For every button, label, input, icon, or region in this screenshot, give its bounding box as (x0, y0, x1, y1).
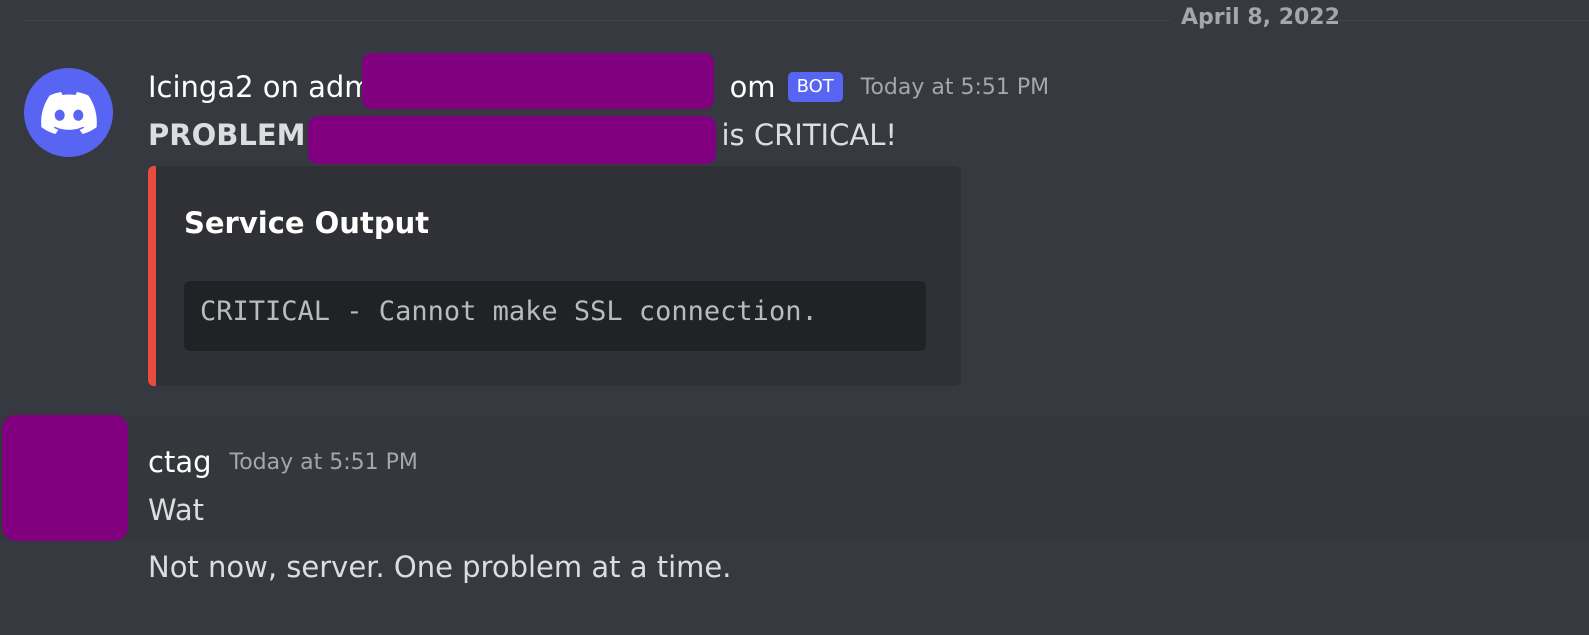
username-prefix: Icinga2 on adm (148, 70, 373, 104)
embed-code-block: CRITICAL - Cannot make SSL connection. (184, 281, 926, 351)
avatar[interactable] (24, 68, 113, 157)
divider-line-left (24, 20, 1170, 21)
redaction-block-content (308, 116, 716, 164)
date-divider: April 8, 2022 (24, 0, 1589, 40)
discord-logo-icon (40, 91, 97, 134)
message-text-followup[interactable]: Not now, server. One problem at a time. (148, 550, 731, 584)
chat-view: April 8, 2022 Icinga2 on adm om BOT Today… (0, 0, 1589, 635)
divider-line-right (1324, 20, 1589, 21)
username-suffix: om (729, 70, 776, 104)
embed-title: Service Output (184, 206, 430, 240)
bot-tag: BOT (787, 72, 843, 102)
avatar[interactable] (2, 415, 128, 541)
username[interactable]: ctag (148, 445, 212, 479)
message-embed: Service Output CRITICAL - Cannot make SS… (148, 166, 961, 386)
message-text: Wat (148, 493, 204, 527)
message-text: is CRITICAL! (721, 118, 897, 152)
message-group-bot[interactable]: Icinga2 on adm om BOT Today at 5:51 PM PR… (0, 53, 1589, 396)
message-header: ctag Today at 5:51 PM (148, 445, 418, 479)
timestamp[interactable]: Today at 5:51 PM (230, 450, 418, 475)
divider-date: April 8, 2022 (1181, 5, 1340, 30)
message-group-user[interactable]: ctag Today at 5:51 PM Wat (0, 415, 1589, 541)
timestamp[interactable]: Today at 5:51 PM (861, 75, 1049, 100)
message-bold-text: PROBLEM (148, 118, 306, 152)
redaction-block-username (362, 53, 714, 109)
